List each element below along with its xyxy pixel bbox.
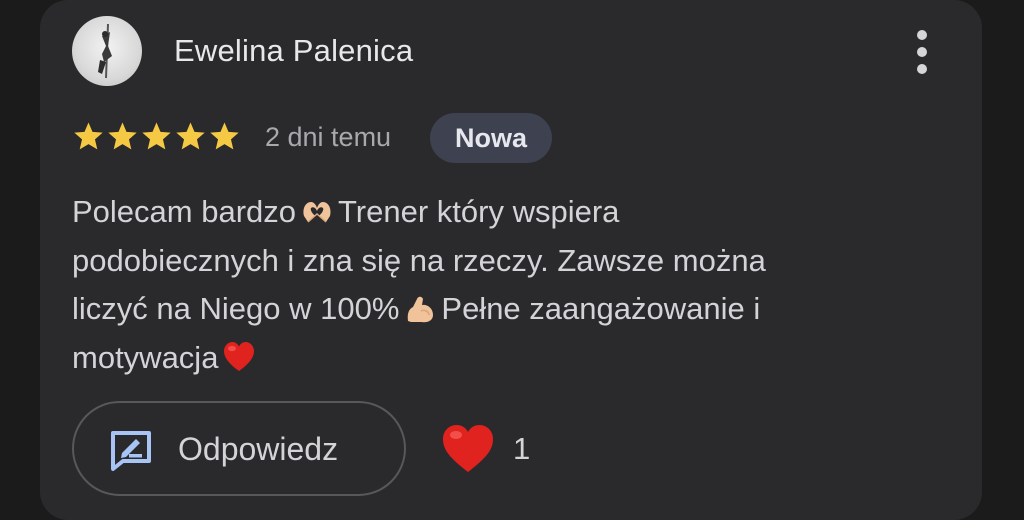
review-text-line: Polecam bardzo Trener który wspiera: [72, 188, 922, 237]
star-rating: [72, 120, 241, 154]
review-text-line: podobiecznych i zna się na rzeczy. Zawsz…: [72, 237, 922, 286]
avatar-figure-icon: [98, 23, 112, 79]
reviewer-avatar[interactable]: [72, 16, 142, 86]
review-date: 2 dni temu: [265, 122, 392, 152]
new-badge: Nowa: [430, 113, 552, 163]
review-text-segment: Pełne zaangażowanie i: [441, 291, 761, 326]
reply-label: Odpowiedz: [178, 431, 339, 467]
star-icon: [74, 122, 103, 150]
heart-hands-icon: [303, 202, 331, 223]
review-text-line: motywacja: [72, 334, 922, 383]
review-text-line: liczyć na Niego w 100% Pełne zaangażowani…: [72, 285, 922, 334]
review-text-segment: Trener który wspiera: [338, 194, 620, 229]
star-icon: [210, 122, 239, 150]
star-icon: [142, 122, 171, 150]
review-text-segment: motywacja: [72, 339, 219, 375]
review-text: Polecam bardzo Trener który wspiera podobi…: [72, 188, 922, 382]
review-text-segment: Polecam bardzo: [72, 194, 297, 229]
more-options-icon[interactable]: [906, 28, 938, 76]
star-icon: [176, 122, 205, 150]
flexed-biceps-icon: [408, 296, 434, 323]
reviewer-name[interactable]: Ewelina Palenica: [174, 33, 413, 69]
heart-reaction-icon[interactable]: [440, 422, 496, 478]
red-heart-icon: [224, 341, 255, 371]
star-icon: [108, 122, 137, 150]
reply-edit-icon: [111, 431, 151, 471]
reaction-count: 1: [513, 431, 531, 466]
reply-button[interactable]: Odpowiedz: [72, 401, 406, 496]
review-text-segment: podobiecznych i zna się na rzeczy. Zawsz…: [72, 242, 766, 278]
review-text-segment: liczyć na Niego w 100%: [72, 291, 400, 326]
